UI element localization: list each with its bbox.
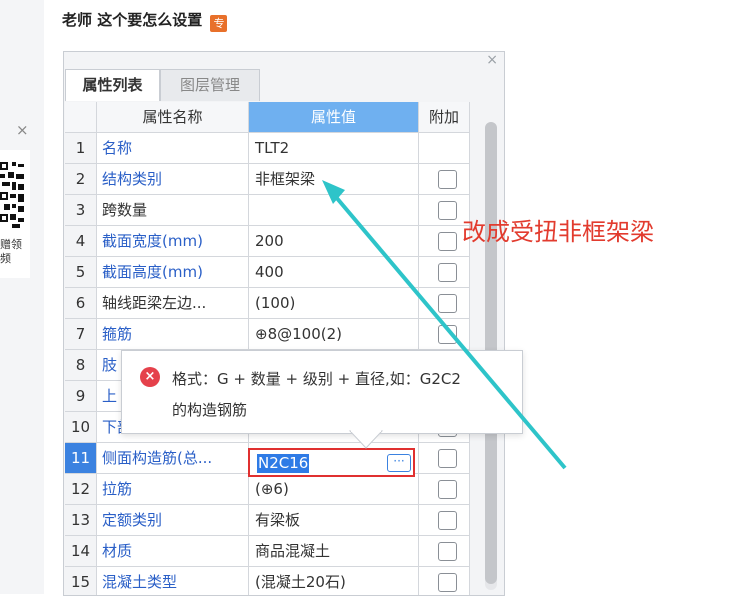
- property-name: 侧面构造筋(总...: [97, 443, 249, 474]
- extra-cell: [419, 474, 470, 505]
- table-row[interactable]: 4 截面宽度(mm) 200: [65, 226, 479, 257]
- property-value[interactable]: 非框架梁: [249, 164, 419, 195]
- post-title: 老师 这个要怎么设置 专: [62, 9, 228, 32]
- row-number: 3: [65, 195, 97, 226]
- expert-badge: 专: [210, 15, 228, 32]
- table-row[interactable]: 6 轴线距梁左边... (100): [65, 288, 479, 319]
- left-sidebar-strip: [0, 0, 44, 594]
- row-number: 6: [65, 288, 97, 319]
- close-icon[interactable]: ×: [16, 122, 29, 138]
- header-extra: 附加: [419, 102, 470, 133]
- row-number: 15: [65, 567, 97, 595]
- extra-checkbox[interactable]: [438, 170, 457, 189]
- editing-cell[interactable]: N2C16 ···: [248, 448, 415, 477]
- table-row[interactable]: 1 名称 TLT2: [65, 133, 479, 164]
- property-name: 截面高度(mm): [97, 257, 249, 288]
- property-value[interactable]: (100): [249, 288, 419, 319]
- header-name: 属性名称: [97, 102, 249, 133]
- grid-header: 属性名称 属性值 附加: [65, 102, 479, 133]
- property-name: 结构类别: [97, 164, 249, 195]
- error-icon: ×: [140, 367, 160, 387]
- header-num: [65, 102, 97, 133]
- row-number: 10: [65, 412, 97, 443]
- property-name: 名称: [97, 133, 249, 164]
- property-value[interactable]: (混凝土20石): [249, 567, 419, 595]
- row-number: 11: [65, 443, 97, 474]
- property-name: 跨数量: [97, 195, 249, 226]
- editing-value[interactable]: N2C16: [257, 454, 310, 473]
- row-number: 14: [65, 536, 97, 567]
- qr-card[interactable]: 赠领 频: [0, 150, 30, 278]
- property-name: 材质: [97, 536, 249, 567]
- extra-checkbox[interactable]: [438, 325, 457, 344]
- extra-checkbox[interactable]: [438, 263, 457, 282]
- table-row[interactable]: 14 材质 商品混凝土: [65, 536, 479, 567]
- row-number: 13: [65, 505, 97, 536]
- extra-checkbox[interactable]: [438, 542, 457, 561]
- panel-close-icon[interactable]: ×: [486, 52, 498, 68]
- row-number: 7: [65, 319, 97, 350]
- property-value[interactable]: (⊕6): [249, 474, 419, 505]
- property-name: 混凝土类型: [97, 567, 249, 595]
- table-row[interactable]: 2 结构类别 非框架梁: [65, 164, 479, 195]
- property-name: 箍筋: [97, 319, 249, 350]
- tooltip-line-1: 格式：G + 数量 + 级别 + 直径,如：G2C2: [172, 370, 461, 388]
- extra-cell: [419, 319, 470, 350]
- row-number: 4: [65, 226, 97, 257]
- annotation-text: 改成受扭非框架梁: [462, 218, 654, 246]
- row-number: 2: [65, 164, 97, 195]
- extra-cell: [419, 133, 470, 164]
- property-name: 定额类别: [97, 505, 249, 536]
- more-options-button[interactable]: ···: [387, 454, 411, 472]
- table-row[interactable]: 12 拉筋 (⊕6): [65, 474, 479, 505]
- property-value[interactable]: 有梁板: [249, 505, 419, 536]
- extra-checkbox[interactable]: [438, 511, 457, 530]
- extra-checkbox[interactable]: [438, 573, 457, 592]
- table-row[interactable]: 3 跨数量: [65, 195, 479, 226]
- table-row[interactable]: 15 混凝土类型 (混凝土20石): [65, 567, 479, 595]
- extra-cell: [419, 164, 470, 195]
- property-value[interactable]: 200: [249, 226, 419, 257]
- extra-checkbox[interactable]: [438, 449, 457, 468]
- header-value: 属性值: [249, 102, 419, 133]
- tab-property-list[interactable]: 属性列表: [65, 69, 160, 101]
- extra-cell: [419, 567, 470, 595]
- extra-cell: [419, 257, 470, 288]
- property-value[interactable]: TLT2: [249, 133, 419, 164]
- format-tooltip: × 格式：G + 数量 + 级别 + 直径,如：G2C2 的构造钢筋: [121, 350, 523, 434]
- table-row[interactable]: 5 截面高度(mm) 400: [65, 257, 479, 288]
- table-row[interactable]: 13 定额类别 有梁板: [65, 505, 479, 536]
- property-name: 拉筋: [97, 474, 249, 505]
- extra-cell: [419, 443, 470, 474]
- row-number: 9: [65, 381, 97, 412]
- property-value[interactable]: ⊕8@100(2): [249, 319, 419, 350]
- row-number: 5: [65, 257, 97, 288]
- tab-layer-management[interactable]: 图层管理: [160, 69, 260, 101]
- qr-caption: 赠领 频: [0, 238, 22, 265]
- extra-checkbox[interactable]: [438, 294, 457, 313]
- property-value[interactable]: [249, 195, 419, 226]
- post-title-text: 老师 这个要怎么设置: [62, 11, 203, 29]
- property-value[interactable]: 400: [249, 257, 419, 288]
- property-name: 截面宽度(mm): [97, 226, 249, 257]
- table-row[interactable]: 7 箍筋 ⊕8@100(2): [65, 319, 479, 350]
- extra-checkbox[interactable]: [438, 480, 457, 499]
- extra-cell: [419, 505, 470, 536]
- properties-panel: × 属性列表 图层管理 属性名称 属性值 附加 1 名称 TLT2 2 结构类别 非框架梁…: [63, 51, 505, 596]
- extra-cell: [419, 536, 470, 567]
- property-value[interactable]: 商品混凝土: [249, 536, 419, 567]
- qr-code-icon: [0, 160, 24, 232]
- row-number: 1: [65, 133, 97, 164]
- extra-checkbox[interactable]: [438, 232, 457, 251]
- row-number: 8: [65, 350, 97, 381]
- property-name: 轴线距梁左边...: [97, 288, 249, 319]
- row-number: 12: [65, 474, 97, 505]
- extra-checkbox[interactable]: [438, 201, 457, 220]
- extra-cell: [419, 288, 470, 319]
- tooltip-line-2: 的构造钢筋: [172, 401, 248, 419]
